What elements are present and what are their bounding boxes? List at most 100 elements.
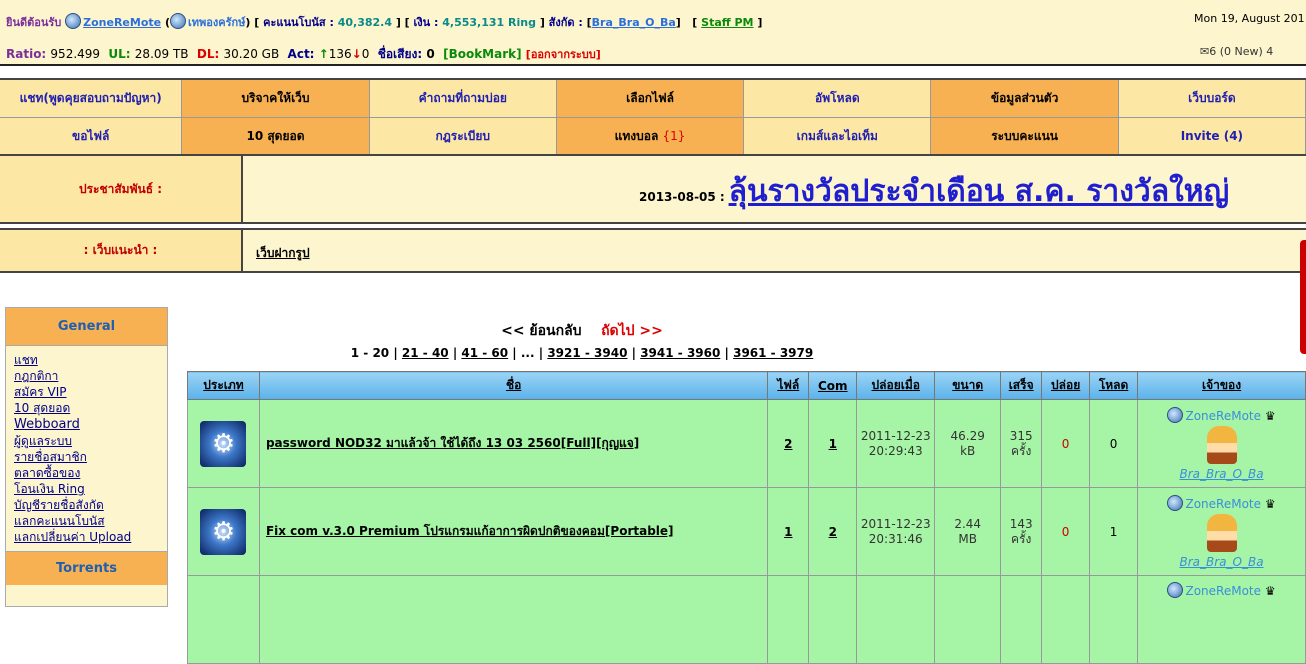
- sidebar-item-top10[interactable]: 10 สุดยอด: [14, 401, 70, 415]
- sidebar-item: ตลาดซื้อของ: [14, 465, 159, 481]
- nav-chat[interactable]: แชท(พูดคุยสอบถามปัญหา): [0, 80, 183, 117]
- added-cell: 2011-12-23 20:29:43: [856, 399, 936, 488]
- seeders-cell[interactable]: 0: [1041, 399, 1091, 488]
- completed-value: 315: [1009, 428, 1033, 443]
- leechers-cell[interactable]: 0: [1089, 399, 1139, 488]
- col-completed[interactable]: เสร็จ: [1000, 371, 1043, 400]
- seeders-cell[interactable]: 0: [1041, 487, 1091, 576]
- col-files[interactable]: ไฟล์: [767, 371, 810, 400]
- announcement-bar: ประชาสัมพันธ์ : 2013-08-05 : ลุ้นรางวัลป…: [0, 156, 1306, 224]
- rank-text: เทพองครักษ์: [187, 16, 246, 29]
- nav-points[interactable]: ระบบคะแนน: [931, 118, 1119, 154]
- added-date: 2011-12-23: [860, 516, 931, 531]
- sidebar: General แชท กฎกติกา สมัคร VIP 10 สุดยอด …: [5, 307, 168, 607]
- files-link[interactable]: 2: [784, 437, 792, 451]
- table-row: ⚙ Fix com v.3.0 Premium โปรแกรมแก้อาการผ…: [187, 487, 1306, 576]
- page-link[interactable]: 3961 - 3979: [733, 346, 813, 360]
- completed-cell: 315 ครั้ง: [1000, 399, 1043, 488]
- nav-games[interactable]: เกมส์และไอเท็ม: [744, 118, 932, 154]
- nav-webboard[interactable]: เว็บบอร์ด: [1118, 80, 1306, 117]
- sidebar-item-vip[interactable]: สมัคร VIP: [14, 385, 67, 399]
- nav-donate[interactable]: บริจาคให้เว็บ: [182, 80, 370, 117]
- nav-top10[interactable]: 10 สุดยอด: [182, 118, 370, 154]
- comments-link[interactable]: 1: [829, 437, 837, 451]
- software-category-icon[interactable]: ⚙: [200, 420, 247, 467]
- page-link[interactable]: 21 - 40: [402, 346, 449, 360]
- owner-link[interactable]: Bra_Bra_O_Ba: [1180, 467, 1264, 481]
- added-cell: [856, 575, 936, 664]
- col-leechers[interactable]: โหลด: [1089, 371, 1139, 400]
- col-comments[interactable]: Com: [808, 371, 858, 400]
- col-owner[interactable]: เจ้าของ: [1137, 371, 1306, 400]
- files-cell: 2: [767, 399, 810, 488]
- site-link[interactable]: ZoneReMote: [83, 16, 161, 29]
- sidebar-list: แชท กฎกติกา สมัคร VIP 10 สุดยอด Webboard…: [6, 346, 167, 551]
- sidebar-item-members[interactable]: รายชื่อสมาชิก: [14, 450, 87, 464]
- sidebar-general-title: General: [6, 308, 167, 346]
- nav-invite[interactable]: Invite (4): [1118, 118, 1306, 154]
- announcement-link[interactable]: ลุ้นรางวัลประจำเดือน ส.ค. รางวัลใหญ่: [729, 174, 1230, 209]
- recommended-link[interactable]: เว็บฝากรูป: [256, 244, 310, 263]
- owner-site: ZoneReMote: [1185, 496, 1261, 511]
- nav-profile[interactable]: ข้อมูลส่วนตัว: [931, 80, 1119, 117]
- sidebar-item-admins[interactable]: ผู้ดูแลระบบ: [14, 434, 72, 448]
- owner-link[interactable]: Bra_Bra_O_Ba: [1180, 555, 1264, 569]
- ratio-label: Ratio:: [6, 47, 47, 61]
- software-category-icon[interactable]: ⚙: [200, 508, 247, 555]
- group-label: สังกัด :: [548, 16, 583, 29]
- dl-label: DL:: [196, 47, 220, 61]
- added-time: 20:29:43: [868, 443, 923, 458]
- arrow-up-icon: ↑: [318, 47, 329, 61]
- col-added[interactable]: ปล่อยเมื่อ: [856, 371, 936, 400]
- sidebar-item-market[interactable]: ตลาดซื้อของ: [14, 466, 80, 480]
- torrent-link[interactable]: password NOD32 มาแล้วจ้า ใช้ได้ถึง 13 03…: [266, 436, 639, 450]
- current-page: 1 - 20: [350, 346, 390, 360]
- nav-betting[interactable]: แทงบอล {1}: [556, 118, 745, 154]
- sidebar-item: รายชื่อสมาชิก: [14, 449, 159, 465]
- group-link[interactable]: Bra_Bra_O_Ba: [592, 16, 676, 29]
- next-page-link[interactable]: ถัดไป >>: [601, 323, 663, 339]
- sidebar-item-exchange-bonus[interactable]: แลกคะแนนโบนัส: [14, 514, 105, 528]
- nav-browse[interactable]: เลือกไฟล์: [556, 80, 745, 117]
- sidebar-item-rules[interactable]: กฎกติกา: [14, 369, 58, 383]
- sidebar-item-groups[interactable]: บัญชีรายชื่อสังกัด: [14, 498, 104, 512]
- logout-link[interactable]: [ออกจากระบบ]: [526, 48, 601, 61]
- col-name[interactable]: ชื่อ: [258, 371, 769, 400]
- page-ellipsis: ...: [520, 346, 535, 360]
- owner-cell: ZoneReMote ♛ Bra_Bra_O_Ba: [1137, 487, 1306, 576]
- pm-status[interactable]: ✉6 (0 New) 4: [1200, 45, 1300, 58]
- leechers-cell[interactable]: 1: [1089, 487, 1139, 576]
- sidebar-item: Webboard: [14, 416, 159, 433]
- sidebar-item: บัญชีรายชื่อสังกัด: [14, 497, 159, 513]
- category-cell[interactable]: ⚙: [187, 399, 260, 488]
- category-cell[interactable]: ⚙: [187, 487, 260, 576]
- nav-request[interactable]: ขอไฟล์: [0, 118, 183, 154]
- nav-betting-count: {1}: [662, 129, 686, 143]
- staff-pm-link[interactable]: Staff PM: [701, 16, 753, 29]
- col-size[interactable]: ขนาด: [934, 371, 1002, 400]
- nav-rules[interactable]: กฎระเบียบ: [369, 118, 557, 154]
- files-link[interactable]: 1: [784, 525, 792, 539]
- page-link[interactable]: 41 - 60: [461, 346, 508, 360]
- page-link[interactable]: 3941 - 3960: [640, 346, 720, 360]
- prev-page-link[interactable]: << ย้อนกลับ: [501, 323, 581, 339]
- sidebar-item-transfer[interactable]: โอนเงิน Ring: [14, 482, 85, 496]
- size-unit: kB: [960, 443, 976, 458]
- sidebar-item-webboard[interactable]: Webboard: [14, 417, 80, 432]
- size-value: 46.29: [950, 428, 985, 443]
- col-category[interactable]: ประเภท: [187, 371, 260, 400]
- bookmark-link[interactable]: [BookMark]: [443, 47, 522, 61]
- page-link[interactable]: 3921 - 3940: [547, 346, 627, 360]
- act-label: Act:: [287, 47, 315, 61]
- sidebar-item-chat[interactable]: แชท: [14, 353, 38, 367]
- sidebar-item-exchange-upload[interactable]: แลกเปลี่ยนค่า Upload: [14, 530, 131, 544]
- comments-link[interactable]: 2: [829, 525, 837, 539]
- nav-faq[interactable]: คำถามที่ถามบ่อย: [369, 80, 557, 117]
- category-cell[interactable]: [187, 575, 260, 664]
- sidebar-item: กฎกติกา: [14, 368, 159, 384]
- torrent-link[interactable]: Fix com v.3.0 Premium โปรแกรมแก้อาการผิด…: [266, 524, 674, 538]
- col-seeders[interactable]: ปล่อย: [1041, 371, 1091, 400]
- nav-upload[interactable]: อัพโหลด: [744, 80, 932, 117]
- side-tab-handle[interactable]: [1300, 240, 1306, 354]
- bonus-label: คะแนนโบนัส :: [263, 16, 334, 29]
